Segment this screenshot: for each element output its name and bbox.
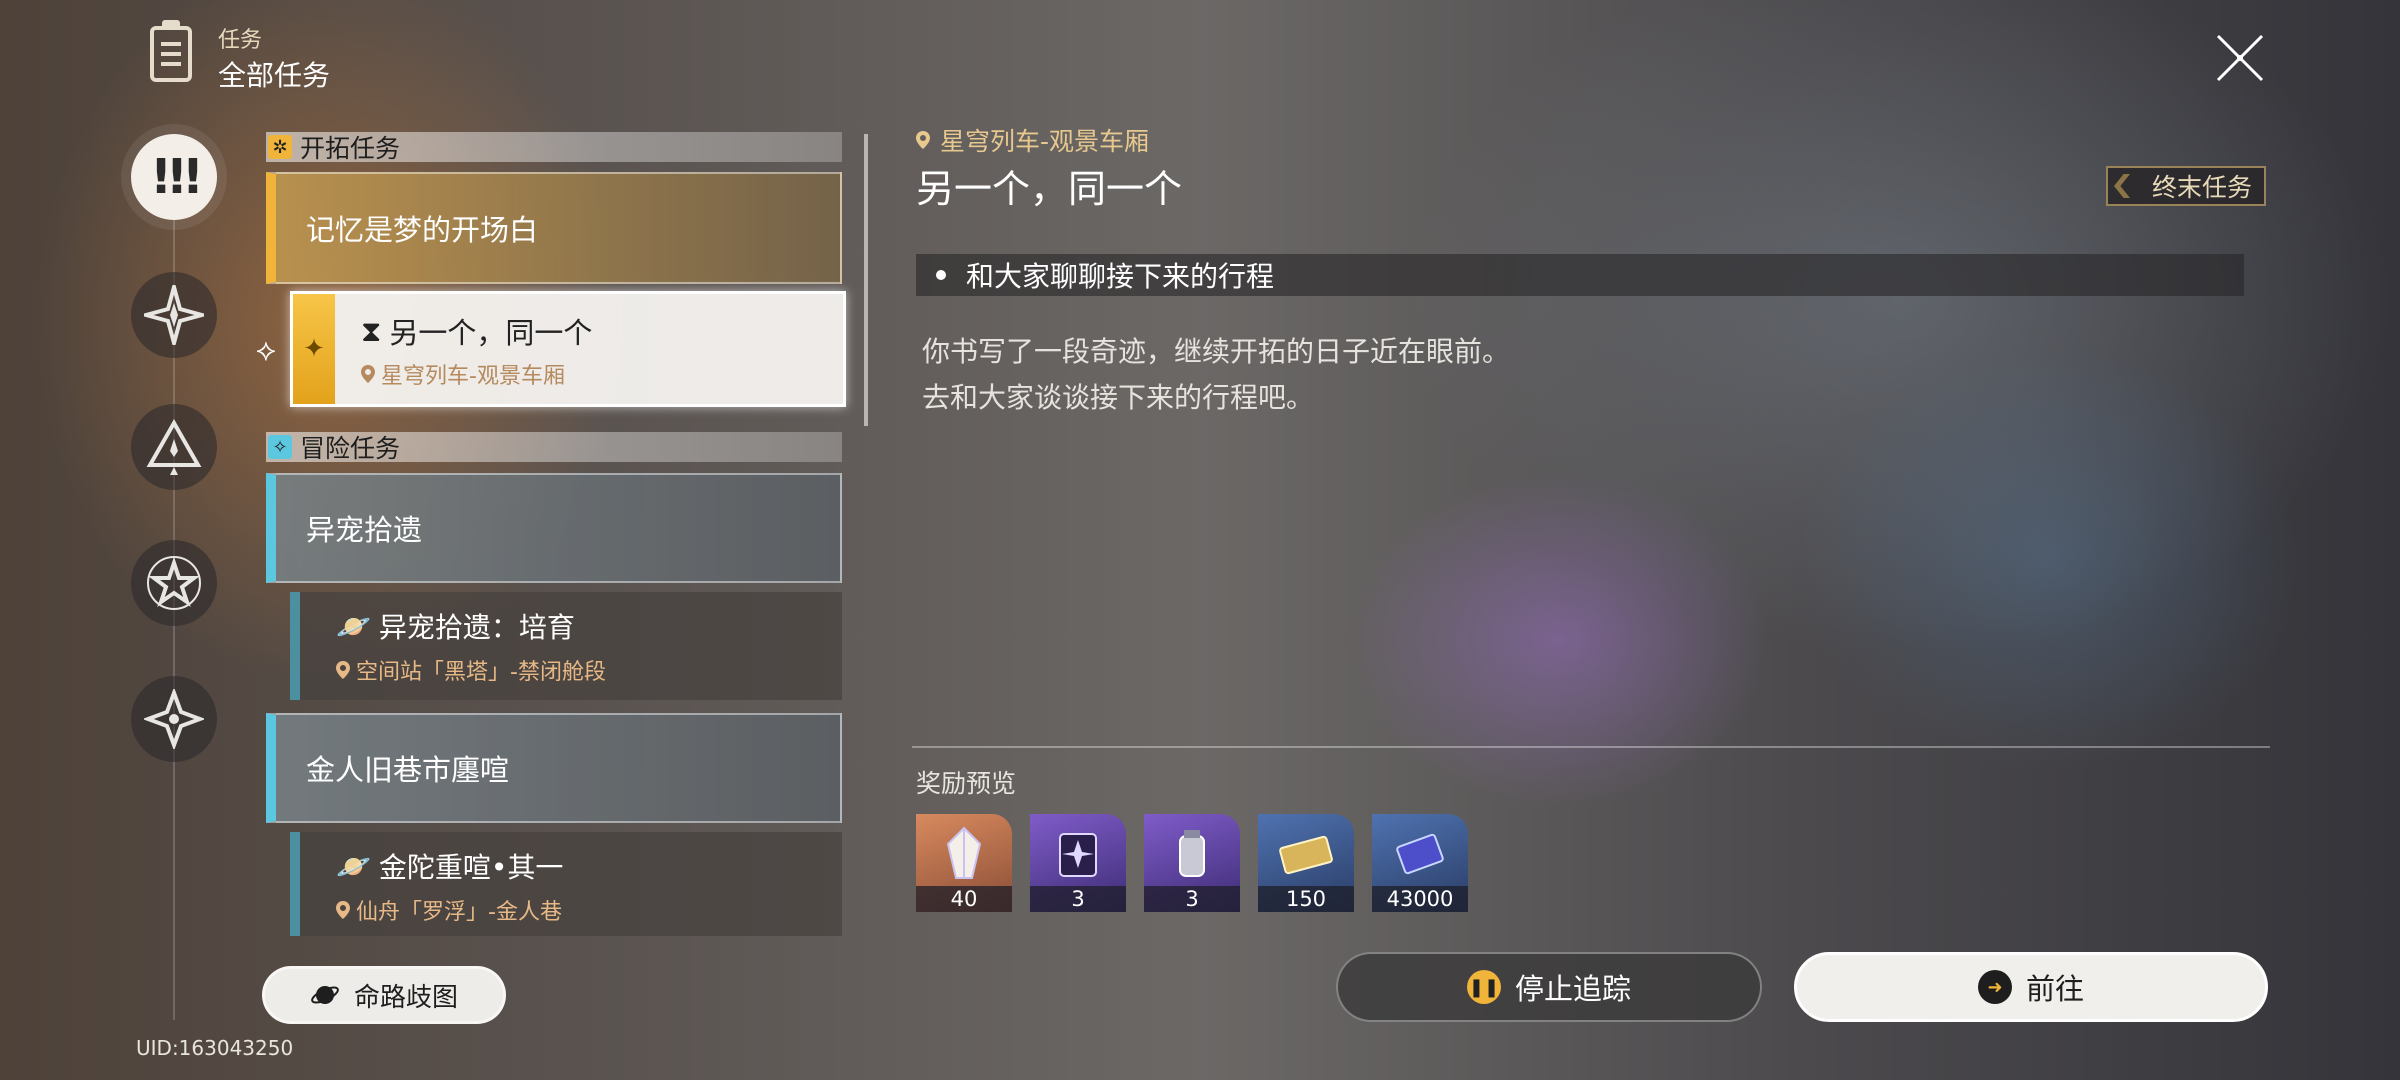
reward-credits[interactable]: 150: [1258, 814, 1354, 912]
close-button[interactable]: [2210, 28, 2270, 88]
subquest-title: 金陀重喧•其一: [378, 851, 564, 884]
triangle-star-icon: [146, 418, 202, 475]
location-pin-icon: [336, 661, 350, 679]
path-map-label: 命路歧图: [353, 982, 458, 1013]
rail-tab-companion[interactable]: [131, 404, 217, 490]
rail-tab-all[interactable]: !!!: [131, 134, 217, 220]
quest-title: 异宠拾遗: [306, 513, 423, 547]
quest-card-selected[interactable]: ✦ ⧗ 另一个，同一个 星穹列车-观景车厢: [290, 291, 846, 407]
quest-description-line-1: 你书写了一段奇迹，继续开拓的日子近在眼前。: [922, 335, 1511, 368]
subquest-card-golden-alley-1[interactable]: 🪐 金陀重喧•其一 仙舟「罗浮」-金人巷: [290, 832, 842, 936]
location-pin-icon: [336, 901, 350, 919]
section-header-trailblaze: ✲ 开拓任务: [266, 132, 842, 163]
subquest-location: 空间站「黑塔」-禁闭舱段: [356, 660, 606, 685]
section-label: 冒险任务: [300, 434, 401, 463]
reward-count: 43000: [1372, 886, 1468, 912]
reward-count: 150: [1258, 886, 1354, 912]
location-pin-icon: [361, 365, 375, 383]
quest-detail-title: 另一个，同一个: [916, 167, 1183, 211]
rail-tab-trailblaze[interactable]: [131, 272, 217, 358]
pause-icon: ❚❚: [1466, 970, 1501, 1004]
quest-tag-label: 终末任务: [2151, 173, 2252, 202]
reward-stellar-jade[interactable]: 40: [916, 814, 1012, 912]
adventure-icon: ✧: [268, 435, 292, 459]
subquest-title: 另一个，同一个: [389, 316, 593, 350]
reward-count: 40: [916, 886, 1012, 912]
credit-ticket-icon: [1279, 835, 1333, 875]
page-title: 全部任务: [218, 59, 331, 92]
reward-exp[interactable]: 43000: [1372, 814, 1468, 912]
exclamation-icon: !!!: [150, 149, 204, 205]
objective-text: 和大家聊聊接下来的行程: [966, 260, 1275, 293]
reward-item-3[interactable]: 3: [1144, 814, 1240, 912]
diamond-star-icon: [144, 285, 204, 345]
quest-card-memory-prologue[interactable]: 记忆是梦的开场白: [266, 172, 842, 284]
subquest-location: 仙舟「罗浮」-金人巷: [356, 900, 562, 925]
quest-card-golden-alley[interactable]: 金人旧巷市廛喧: [266, 713, 842, 823]
subquest-location: 星穹列车-观景车厢: [381, 364, 565, 389]
rewards-label: 奖励预览: [916, 769, 1017, 798]
go-button[interactable]: ➜ 前往: [1794, 952, 2268, 1022]
quest-location: 星穹列车-观景车厢: [916, 122, 1149, 158]
divider: [912, 746, 2270, 748]
stop-tracking-label: 停止追踪: [1514, 972, 1631, 1006]
section-label: 开拓任务: [300, 134, 401, 163]
selected-arrow-icon: ⟡: [256, 333, 276, 368]
quest-card-exotic-pets[interactable]: 异宠拾遗: [266, 473, 842, 583]
crystal-icon: [946, 826, 982, 879]
quest-title: 金人旧巷市廛喧: [306, 753, 510, 787]
quest-location-text: 星穹列车-观景车厢: [940, 127, 1150, 156]
canister-icon: [1179, 830, 1205, 877]
section-header-adventure: ✧ 冒险任务: [266, 432, 842, 463]
bullet-icon: [936, 270, 946, 280]
close-icon[interactable]: [2210, 28, 2270, 88]
stop-tracking-button[interactable]: ❚❚ 停止追踪: [1336, 952, 1762, 1022]
trailblaze-stripe-icon: ✦: [293, 294, 335, 404]
reward-item-2[interactable]: 3: [1030, 814, 1126, 912]
star-icon: [147, 556, 201, 610]
uid-label: UID:163043250: [136, 1036, 294, 1060]
sparkle-icon: [144, 689, 204, 749]
quest-description-line-2: 去和大家谈谈接下来的行程吧。: [922, 381, 1315, 414]
book-icon: [1059, 833, 1097, 877]
planet-icon: 🪐: [336, 849, 371, 883]
location-pin-icon: [916, 131, 930, 149]
orbit-icon: [311, 986, 339, 1004]
objective-bar: 和大家聊聊接下来的行程: [916, 254, 2244, 296]
go-label: 前往: [2025, 972, 2084, 1006]
quest-tag-badge: 终末任务: [2106, 166, 2266, 206]
subquest-card-exotic-pets-breed[interactable]: 🪐 异宠拾遗：培育 空间站「黑塔」-禁闭舱段: [290, 592, 842, 700]
arrow-right-icon: ➜: [1977, 970, 2012, 1004]
reward-count: 3: [1144, 886, 1240, 912]
subquest-title: 异宠拾遗：培育: [378, 611, 575, 644]
planet-icon: 🪐: [336, 609, 371, 643]
quest-list-scrollbar[interactable]: [864, 134, 868, 426]
reward-count: 3: [1030, 886, 1126, 912]
exp-card-icon: [1396, 833, 1444, 875]
path-map-button[interactable]: 命路歧图: [262, 966, 506, 1024]
hourglass-icon: ⧗: [361, 313, 382, 348]
rail-tab-daily[interactable]: [131, 676, 217, 762]
quest-log-icon: [150, 20, 192, 82]
rail-tab-adventure[interactable]: [131, 540, 217, 626]
header-category: 任务: [218, 28, 263, 53]
trailblaze-icon: ✲: [268, 135, 292, 159]
quest-title: 记忆是梦的开场白: [306, 213, 539, 247]
